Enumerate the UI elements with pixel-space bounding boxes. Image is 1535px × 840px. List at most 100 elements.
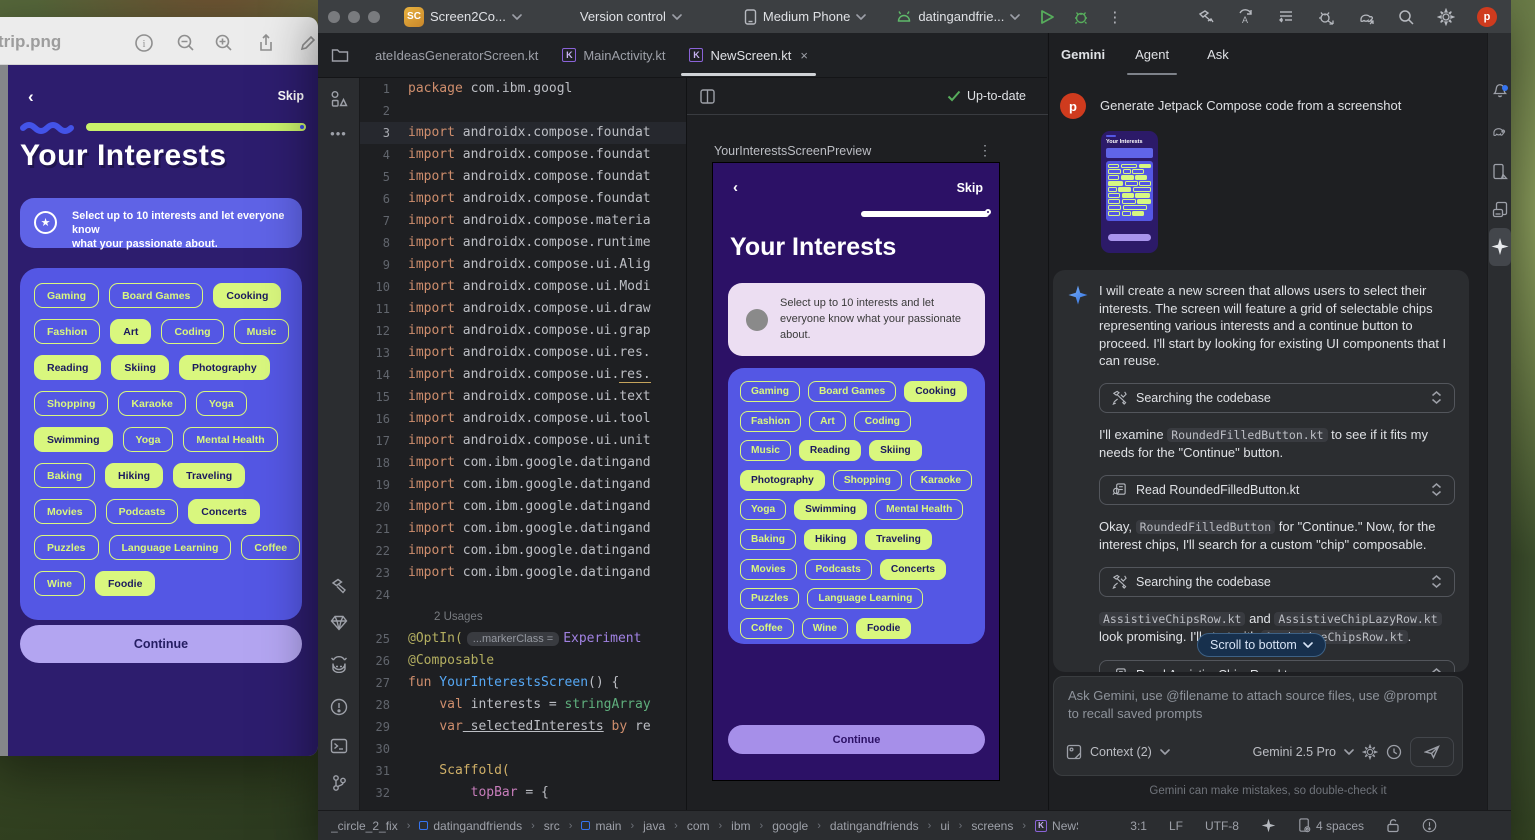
gem-icon[interactable] xyxy=(330,615,348,631)
expand-collapse-icon[interactable] xyxy=(1431,391,1442,404)
code-line[interactable]: 32 topBar = { xyxy=(360,782,686,804)
interest-chip[interactable]: Movies xyxy=(740,559,797,580)
interest-chip[interactable]: Fashion xyxy=(34,319,100,344)
build-icon[interactable] xyxy=(330,577,348,595)
interest-chip[interactable]: Gaming xyxy=(740,381,800,402)
interest-chip[interactable]: Movies xyxy=(34,499,96,524)
breadcrumb-item[interactable]: src xyxy=(544,819,560,833)
breadcrumb-item[interactable]: google xyxy=(772,819,808,833)
interest-chip[interactable]: Coffee xyxy=(740,618,794,639)
editor-tab-newscreen-kt[interactable]: KNewScreen.kt× xyxy=(677,33,820,78)
interest-chip[interactable]: Music xyxy=(740,440,791,461)
preview-layout-icon[interactable] xyxy=(699,88,716,105)
tool-call-card[interactable]: Read RoundedFilledButton.kt xyxy=(1099,475,1455,505)
interest-chip[interactable]: Traveling xyxy=(865,529,932,550)
breadcrumb-item[interactable]: datingandfriends xyxy=(830,819,919,833)
code-editor[interactable]: 1package com.ibm.googl23import androidx.… xyxy=(360,78,686,810)
code-line[interactable]: 8import androidx.compose.runtime xyxy=(360,232,686,254)
search-icon[interactable] xyxy=(1397,8,1415,26)
interest-chip[interactable]: Baking xyxy=(740,529,796,550)
code-line[interactable]: 26@Composable xyxy=(360,650,686,672)
problems-icon[interactable] xyxy=(330,698,348,716)
code-line[interactable]: 1package com.ibm.googl xyxy=(360,78,686,100)
attach-image-icon[interactable] xyxy=(1066,744,1082,760)
interest-chip[interactable]: Cooking xyxy=(904,381,967,402)
info-icon[interactable]: i xyxy=(134,33,154,53)
expand-collapse-icon[interactable] xyxy=(1431,575,1442,588)
interest-chip[interactable]: Gaming xyxy=(34,283,99,308)
close-window-icon[interactable] xyxy=(328,11,340,23)
editor-tab-ateideasgeneratorscreen-kt[interactable]: ateIdeasGeneratorScreen.kt xyxy=(363,33,550,78)
line-ending[interactable]: LF xyxy=(1169,819,1183,833)
interest-chip[interactable]: Art xyxy=(110,319,151,344)
interest-chip[interactable]: Mental Health xyxy=(875,499,963,520)
code-line[interactable]: 21import com.ibm.google.datingand xyxy=(360,518,686,540)
editor-tab-mainactivity-kt[interactable]: KMainActivity.kt xyxy=(550,33,677,78)
preview-kebab-icon[interactable]: ⋮ xyxy=(978,142,992,159)
interest-chip[interactable]: Puzzles xyxy=(740,588,799,609)
code-line[interactable]: 25@OptIn(...markerClass =Experiment xyxy=(360,628,686,650)
ui-components-icon[interactable] xyxy=(330,90,348,108)
status-sparkle-icon[interactable] xyxy=(1261,818,1276,833)
model-selector[interactable]: Gemini 2.5 Pro xyxy=(1253,745,1336,759)
code-line[interactable]: 27fun YourInterestsScreen() { xyxy=(360,672,686,694)
breadcrumb-item[interactable]: com xyxy=(687,819,710,833)
traffic-lights[interactable] xyxy=(328,11,380,23)
run-button[interactable] xyxy=(1040,9,1055,25)
interest-chip[interactable]: Podcasts xyxy=(106,499,179,524)
breadcrumb-item[interactable]: ibm xyxy=(731,819,750,833)
interest-chip[interactable]: Foodie xyxy=(95,571,155,596)
breadcrumb-item[interactable]: java xyxy=(643,819,665,833)
code-line[interactable]: 24 xyxy=(360,584,686,606)
preview-name[interactable]: YourInterestsScreenPreview xyxy=(714,144,871,158)
expand-collapse-icon[interactable] xyxy=(1431,668,1442,672)
interest-chip[interactable]: Concerts xyxy=(880,559,946,580)
zoom-window-icon[interactable] xyxy=(368,11,380,23)
code-line[interactable]: 31 Scaffold( xyxy=(360,760,686,782)
code-line[interactable]: 10import androidx.compose.ui.Modi xyxy=(360,276,686,298)
project-folder-icon[interactable] xyxy=(331,47,349,63)
interest-chip[interactable]: Yoga xyxy=(740,499,786,520)
vcs-selector[interactable]: Version control xyxy=(580,9,682,24)
interest-chip[interactable]: Puzzles xyxy=(34,535,99,560)
tool-call-card[interactable]: Searching the codebase xyxy=(1099,567,1455,597)
interest-chip[interactable]: Wine xyxy=(34,571,85,596)
interest-chip[interactable]: Photography xyxy=(740,470,825,491)
scroll-to-bottom-button[interactable]: Scroll to bottom xyxy=(1197,633,1326,657)
code-line[interactable]: 12import androidx.compose.ui.grap xyxy=(360,320,686,342)
breadcrumb-item[interactable]: KNewScreen.kt xyxy=(1035,819,1078,833)
context-selector[interactable]: Context (2) xyxy=(1090,745,1152,759)
screenshot-thumbnail[interactable]: Your Interests xyxy=(1101,131,1158,253)
zoom-out-icon[interactable] xyxy=(176,33,196,53)
code-line[interactable]: 6import androidx.compose.foundat xyxy=(360,188,686,210)
continue-button[interactable]: Continue xyxy=(728,725,985,754)
breadcrumb-item[interactable]: screens xyxy=(971,819,1013,833)
attach-debugger-icon[interactable] xyxy=(1317,8,1335,26)
gradle-elephant-icon[interactable] xyxy=(1491,123,1509,137)
interest-chip[interactable]: Art xyxy=(809,411,846,432)
error-indicator-icon[interactable] xyxy=(1422,818,1437,833)
more-tools-icon[interactable]: ••• xyxy=(330,126,347,141)
interest-chip[interactable]: Karaoke xyxy=(118,391,185,416)
terminal-icon[interactable] xyxy=(330,738,348,754)
rename-refactor-icon[interactable]: A xyxy=(1237,8,1255,26)
breadcrumb-item[interactable]: _circle_2_fix xyxy=(331,819,398,833)
running-devices-icon[interactable] xyxy=(1492,163,1508,180)
more-run-options-icon[interactable]: ⋮ xyxy=(1107,8,1122,26)
layout-inspector-icon[interactable] xyxy=(1492,201,1508,218)
code-line[interactable]: 5import androidx.compose.foundat xyxy=(360,166,686,188)
code-line[interactable]: 23import com.ibm.google.datingand xyxy=(360,562,686,584)
code-line[interactable]: 28 val interests = stringArray xyxy=(360,694,686,716)
caret-position[interactable]: 3:1 xyxy=(1130,819,1147,833)
interest-chip[interactable]: Swimming xyxy=(34,427,113,452)
build-hammer-icon[interactable] xyxy=(1197,8,1215,26)
code-line[interactable]: 11import androidx.compose.ui.draw xyxy=(360,298,686,320)
settings-icon[interactable] xyxy=(1437,8,1455,26)
code-line[interactable]: 3import androidx.compose.foundat xyxy=(360,122,686,144)
gemini-settings-icon[interactable] xyxy=(1362,744,1378,760)
tab-agent[interactable]: Agent xyxy=(1127,33,1177,75)
interest-chip[interactable]: Music xyxy=(234,319,290,344)
code-line[interactable]: 7import androidx.compose.materia xyxy=(360,210,686,232)
code-line[interactable]: 29 var selectedInterests by re xyxy=(360,716,686,738)
git-branch-icon[interactable] xyxy=(331,774,347,792)
